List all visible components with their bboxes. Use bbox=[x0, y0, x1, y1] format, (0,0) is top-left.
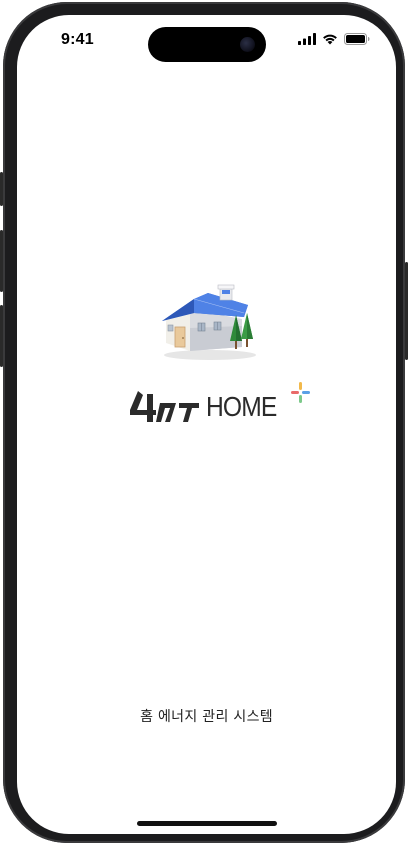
dynamic-island bbox=[148, 27, 266, 62]
logo-mark-4st bbox=[130, 391, 199, 422]
home-indicator[interactable] bbox=[137, 821, 277, 826]
status-icons bbox=[298, 33, 370, 45]
app-logo: HOME bbox=[127, 382, 313, 437]
status-time: 9:41 bbox=[61, 31, 94, 48]
logo-sparkle-icon bbox=[291, 382, 310, 403]
phone-frame: 9:41 HOME 홈 에너지 관리 시스템 bbox=[3, 2, 405, 843]
cellular-signal-icon bbox=[298, 33, 316, 45]
app-subtitle: 홈 에너지 관리 시스템 bbox=[140, 709, 273, 725]
splash-screen[interactable]: 9:41 HOME 홈 에너지 관리 시스템 bbox=[17, 15, 396, 834]
wifi-icon bbox=[323, 34, 337, 45]
logo-text: HOME bbox=[206, 391, 277, 422]
house-illustration bbox=[162, 284, 256, 360]
front-camera-icon bbox=[240, 37, 255, 52]
status-bar: 9:41 bbox=[17, 15, 396, 65]
battery-icon bbox=[344, 33, 370, 45]
